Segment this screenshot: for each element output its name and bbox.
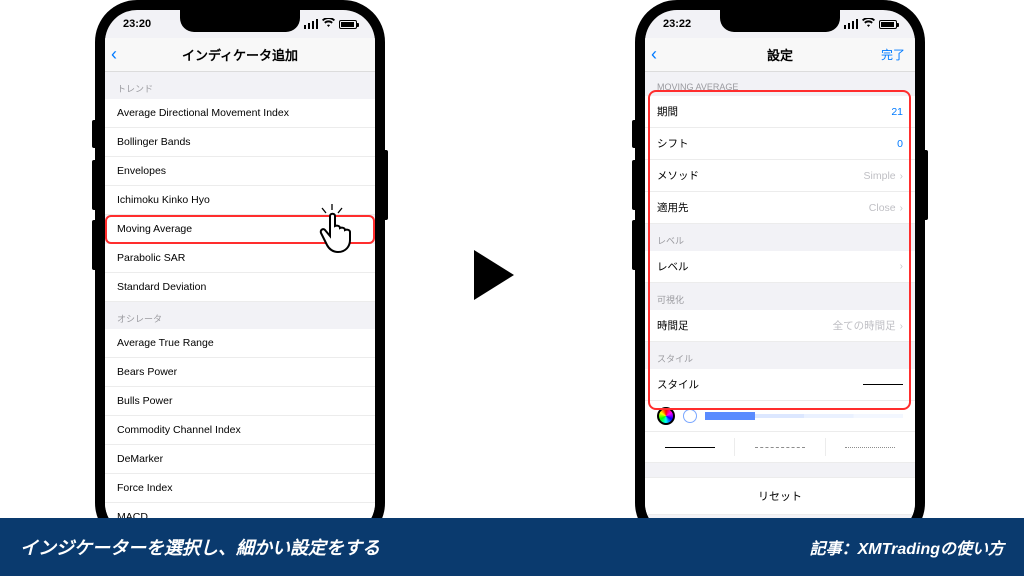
- finger-cursor-icon: [310, 202, 365, 262]
- arrow-right-icon: [474, 250, 514, 300]
- list-item[interactable]: Bulls Power: [105, 387, 375, 416]
- footer-banner: インジケーターを選択し、細かい設定をする 記事：XMTradingの使い方: [0, 518, 1024, 576]
- list-item[interactable]: Commodity Channel Index: [105, 416, 375, 445]
- color-swatch[interactable]: [683, 409, 697, 423]
- footer-caption: インジケーターを選択し、細かい設定をする: [20, 534, 380, 560]
- notch: [180, 10, 300, 32]
- list-item[interactable]: Average Directional Movement Index: [105, 99, 375, 128]
- row-timeframe[interactable]: 時間足 全ての時間足›: [645, 310, 915, 342]
- section-header-ma: MOVING AVERAGE: [645, 72, 915, 96]
- nav-title: 設定: [767, 45, 793, 64]
- back-button[interactable]: ‹: [651, 44, 657, 65]
- clock: 23:22: [663, 18, 691, 30]
- row-style[interactable]: スタイル: [645, 369, 915, 401]
- color-picker-icon[interactable]: [657, 407, 675, 425]
- battery-icon: [879, 20, 897, 29]
- section-header-oscillator: オシレータ: [105, 302, 375, 329]
- row-level[interactable]: レベル ›: [645, 251, 915, 283]
- clock: 23:20: [123, 18, 151, 30]
- row-period[interactable]: 期間 21: [645, 96, 915, 128]
- wifi-icon: [862, 18, 875, 31]
- chevron-right-icon: ›: [900, 171, 903, 182]
- list-item[interactable]: Average True Range: [105, 329, 375, 358]
- notch: [720, 10, 840, 32]
- section-header-visible: 可視化: [645, 283, 915, 310]
- wifi-icon: [322, 18, 335, 31]
- row-shift[interactable]: シフト 0: [645, 128, 915, 160]
- line-style-solid[interactable]: [645, 438, 735, 456]
- footer-source: 記事：XMTradingの使い方: [810, 535, 1004, 559]
- line-style-segmented[interactable]: [645, 432, 915, 463]
- line-style-dashed[interactable]: [735, 438, 825, 456]
- chevron-right-icon: ›: [900, 321, 903, 332]
- row-method[interactable]: メソッド Simple›: [645, 160, 915, 192]
- nav-title: インディケータ追加: [182, 45, 298, 64]
- done-button[interactable]: 完了: [881, 46, 905, 63]
- reset-button[interactable]: リセット: [645, 477, 915, 515]
- list-item[interactable]: Force Index: [105, 474, 375, 503]
- section-header-level: レベル: [645, 224, 915, 251]
- list-item[interactable]: Standard Deviation: [105, 273, 375, 302]
- list-item[interactable]: Bollinger Bands: [105, 128, 375, 157]
- back-button[interactable]: ‹: [111, 44, 117, 65]
- section-header-style: スタイル: [645, 342, 915, 369]
- phone-right: 23:22 ‹ 設定 完了 MOVING AVERAGE 期間 21: [635, 0, 925, 545]
- list-item[interactable]: Bears Power: [105, 358, 375, 387]
- color-thickness-row[interactable]: [645, 401, 915, 432]
- list-item[interactable]: Envelopes: [105, 157, 375, 186]
- battery-icon: [339, 20, 357, 29]
- row-apply[interactable]: 適用先 Close›: [645, 192, 915, 224]
- thickness-slider[interactable]: [705, 414, 903, 418]
- cellular-icon: [844, 19, 859, 29]
- chevron-right-icon: ›: [900, 203, 903, 214]
- list-item[interactable]: DeMarker: [105, 445, 375, 474]
- line-style-dotted[interactable]: [826, 438, 915, 456]
- nav-bar: ‹ 設定 完了: [645, 38, 915, 72]
- line-sample-icon: [863, 384, 903, 385]
- chevron-right-icon: ›: [900, 261, 903, 272]
- phone-left: 23:20 ‹ インディケータ追加 トレンド Average Direction…: [95, 0, 385, 545]
- nav-bar: ‹ インディケータ追加: [105, 38, 375, 72]
- section-header-trend: トレンド: [105, 72, 375, 99]
- cellular-icon: [304, 19, 319, 29]
